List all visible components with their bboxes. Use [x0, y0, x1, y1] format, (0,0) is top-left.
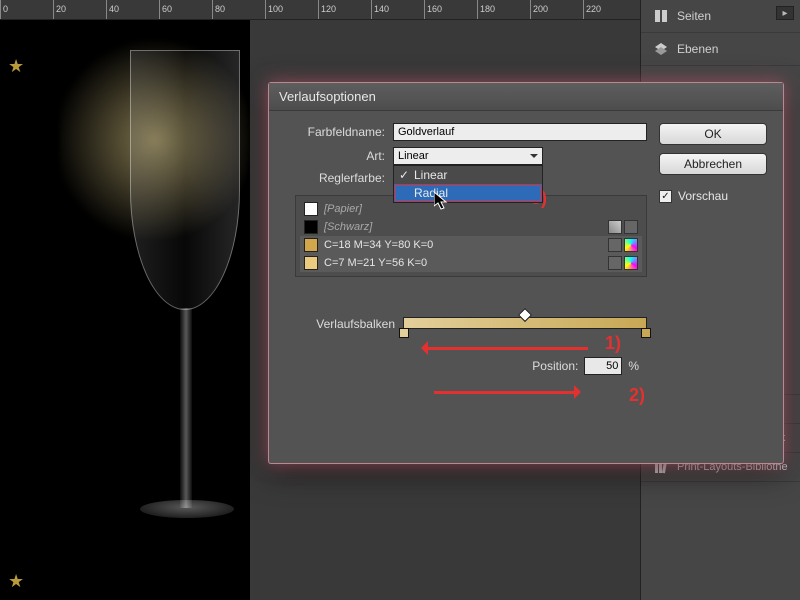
panel-label: Ebenen [677, 42, 718, 56]
ok-button[interactable]: OK [659, 123, 767, 145]
position-input[interactable] [584, 357, 622, 375]
ruler-horizontal: 0 20 40 60 80 100 120 140 160 180 200 22… [0, 0, 640, 20]
swatch-row-schwarz[interactable]: [Schwarz] [300, 218, 642, 236]
position-unit: % [628, 359, 639, 373]
swatch-chip [304, 220, 318, 234]
swatch-name: [Papier] [324, 203, 638, 215]
dialog-title: Verlaufsoptionen [269, 83, 783, 111]
star-icon: ★ [8, 571, 24, 592]
stop-color-swatch-list[interactable]: [Papier] [Schwarz] C=18 M=34 Y=80 K=0 C=… [295, 195, 647, 277]
star-icon: ★ [8, 56, 24, 77]
checkbox-icon: ✓ [659, 190, 672, 203]
layers-icon [653, 41, 669, 57]
gradient-options-dialog: Verlaufsoptionen Farbfeldname: Art: Line… [268, 82, 784, 464]
preview-label: Vorschau [678, 189, 728, 203]
champagne-glass-graphic [120, 50, 250, 590]
swatch-name-input[interactable] [393, 123, 647, 141]
swatch-name: C=18 M=34 Y=80 K=0 [324, 239, 602, 251]
gradient-stop-left[interactable] [399, 328, 409, 338]
gradient-ramp[interactable] [403, 317, 647, 329]
gradient-type-dropdown[interactable]: Linear [393, 147, 543, 165]
gradient-ramp-label: Verlaufsbalken [295, 317, 395, 331]
pages-icon [653, 8, 669, 24]
panel-ebenen[interactable]: Ebenen [641, 33, 800, 66]
swatch-row-gold1[interactable]: C=18 M=34 Y=80 K=0 [300, 236, 642, 254]
gradient-type-label: Art: [285, 149, 385, 163]
document-page[interactable]: ★ DINNER IN THE DARK ★ [0, 20, 250, 600]
position-label: Position: [532, 359, 578, 373]
swatch-name: C=7 M=21 Y=56 K=0 [324, 257, 602, 269]
swatch-chip [304, 238, 318, 252]
swatch-row-gold2[interactable]: C=7 M=21 Y=56 K=0 [300, 254, 642, 272]
swatch-name: [Schwarz] [324, 221, 602, 233]
panel-label: Seiten [677, 9, 711, 23]
cancel-button[interactable]: Abbrechen [659, 153, 767, 175]
gradient-midpoint-handle[interactable] [518, 308, 532, 322]
gradient-type-option-linear[interactable]: Linear [394, 166, 542, 184]
gradient-stop-right[interactable] [641, 328, 651, 338]
swatch-type-icons [608, 220, 638, 234]
swatch-chip [304, 202, 318, 216]
preview-checkbox[interactable]: ✓ Vorschau [659, 189, 767, 203]
gradient-type-dropdown-list: Linear Radial [393, 165, 543, 203]
swatch-type-icons [608, 256, 638, 270]
swatch-name-label: Farbfeldname: [285, 125, 385, 139]
gradient-type-option-radial[interactable]: Radial [394, 184, 542, 202]
stop-color-label: Reglerfarbe: [285, 171, 385, 185]
panel-collapse-button[interactable]: ▸ [776, 6, 794, 20]
swatch-type-icons [608, 238, 638, 252]
swatch-chip [304, 256, 318, 270]
